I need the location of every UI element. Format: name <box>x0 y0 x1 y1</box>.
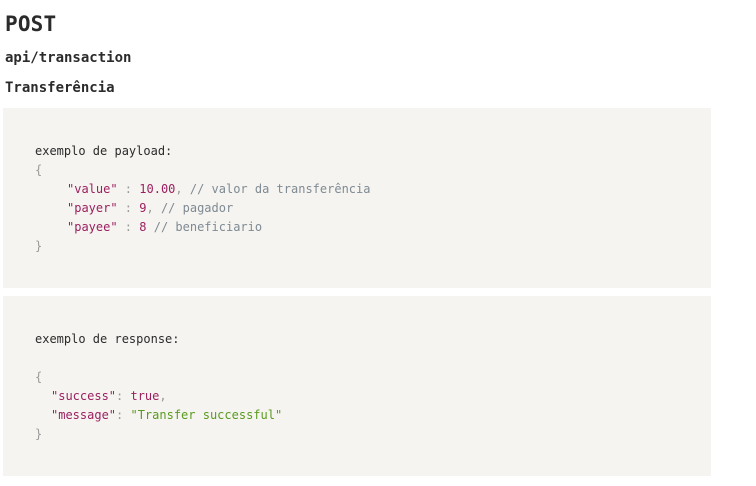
payload-code-block: exemplo de payload: { "value" : 10.00, /… <box>3 108 711 288</box>
payload-field-value: "value" : 10.00, // valor da transferênc… <box>67 182 371 196</box>
payload-field-payer: "payer" : 9, // pagador <box>67 201 234 215</box>
response-open-brace: { <box>35 370 43 384</box>
payload-field-payee: "payee" : 8 // beneficiario <box>67 220 263 234</box>
response-label: exemplo de response: <box>35 332 180 346</box>
endpoint-path: api/transaction <box>5 50 132 66</box>
method-heading: POST <box>5 12 57 36</box>
response-code-block: exemplo de response: { "success": true, … <box>3 296 711 476</box>
response-field-message: "message": "Transfer successful" <box>51 408 283 422</box>
payload-label: exemplo de payload: <box>35 144 173 158</box>
endpoint-description: Transferência <box>5 80 115 96</box>
response-close-brace: } <box>35 427 43 441</box>
response-field-success: "success": true, <box>51 389 167 403</box>
payload-open-brace: { <box>35 163 43 177</box>
payload-close-brace: } <box>35 239 43 253</box>
